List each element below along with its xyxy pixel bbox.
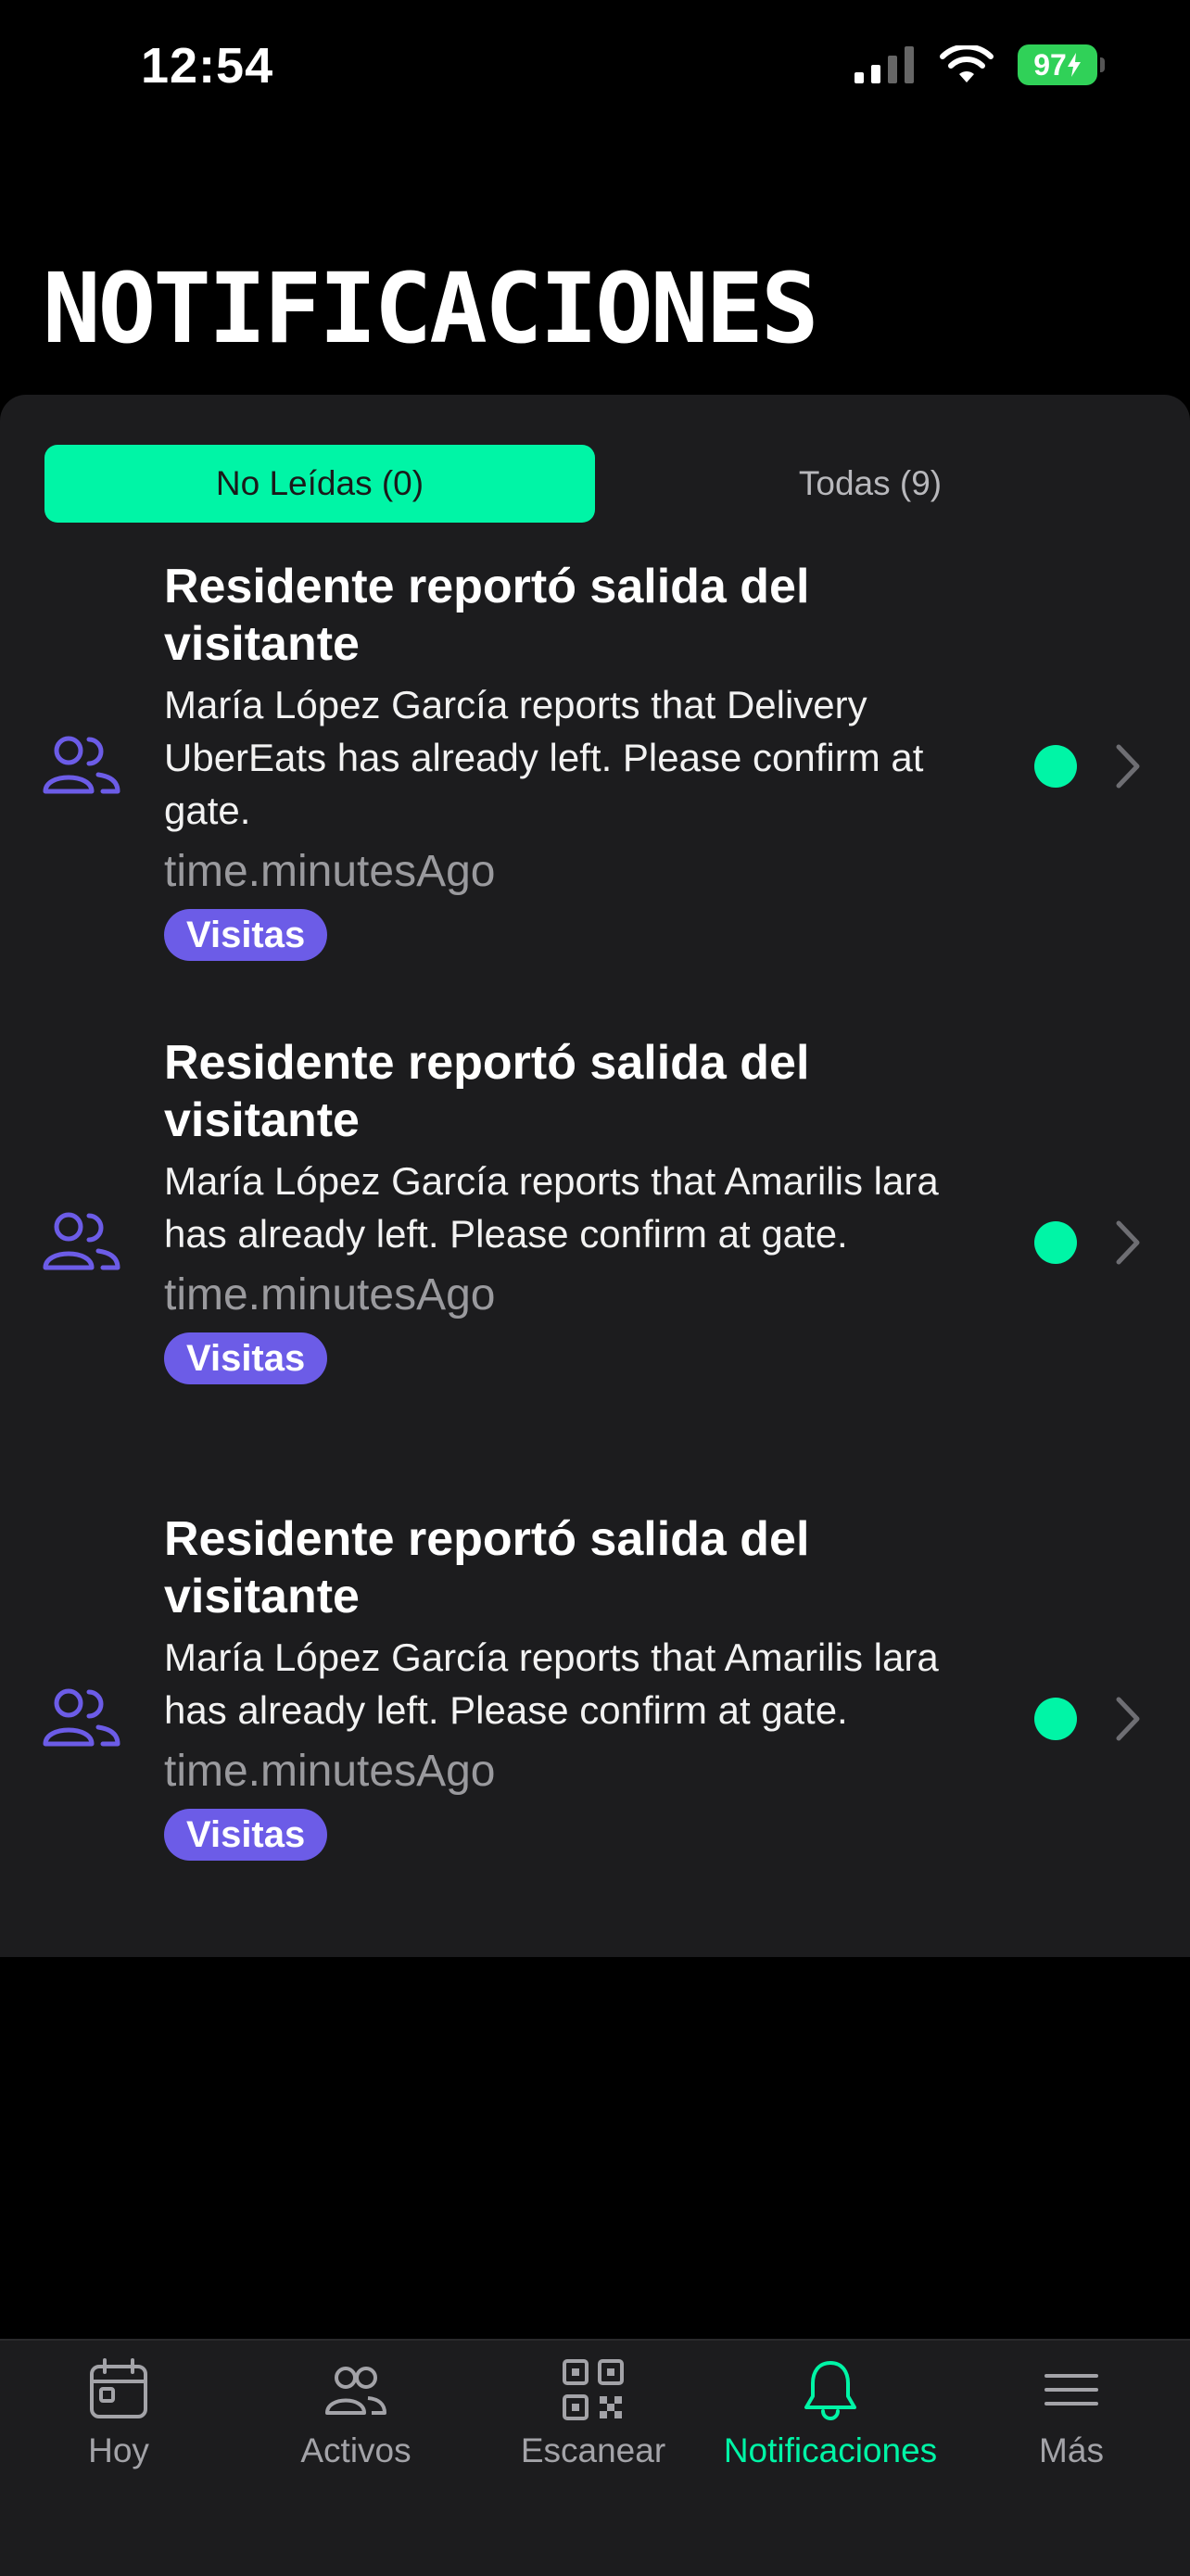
people-icon [43, 736, 120, 794]
notification-content: Residente reportó salida del visitante M… [164, 1034, 980, 1384]
category-badge: Visitas [164, 1809, 328, 1861]
tabbar-label: Más [1039, 2431, 1104, 2469]
notification-time: time.minutesAgo [164, 1270, 496, 1320]
bell-icon [804, 2361, 856, 2420]
tabbar-label: Escanear [520, 2431, 666, 2469]
notification-item[interactable]: Residente reportó salida del visitante M… [0, 1006, 1190, 1483]
tab-all[interactable]: Todas (9) [595, 445, 1146, 523]
notification-item[interactable]: Residente reportó salida del visitante M… [0, 1483, 1190, 1959]
battery-level: 97 [1033, 47, 1067, 82]
notification-message: María López García reports that Delivery… [164, 683, 924, 832]
notification-content: Residente reportó salida del visitante M… [164, 1510, 980, 1861]
calendar-icon [90, 2358, 147, 2418]
people-icon [43, 1688, 120, 1747]
tabbar-item-notificaciones[interactable]: Notificaciones [712, 2357, 949, 2470]
unread-dot [1034, 745, 1077, 788]
status-icons: 97 [855, 44, 1105, 85]
notification-title: Residente reportó salida del visitante [164, 1512, 810, 1623]
notification-item[interactable]: Residente reportó salida del visitante M… [0, 530, 1190, 1006]
unread-dot [1034, 1221, 1077, 1264]
chevron-right-icon [1116, 744, 1140, 789]
notification-title: Residente reportó salida del visitante [164, 560, 810, 671]
page-title: Notificaciones [43, 252, 819, 365]
battery-indicator: 97 [1018, 44, 1105, 85]
people-icon [325, 2367, 386, 2415]
chevron-right-icon [1116, 1697, 1140, 1741]
people-icon [43, 1212, 120, 1270]
notification-time: time.minutesAgo [164, 847, 496, 896]
chevron-right-icon [1116, 1220, 1140, 1265]
status-time: 12:54 [141, 38, 274, 94]
signal-icon [855, 46, 914, 83]
notification-message: María López García reports that Amarilis… [164, 1159, 939, 1256]
notification-message: María López García reports that Amarilis… [164, 1635, 939, 1732]
notification-time: time.minutesAgo [164, 1747, 496, 1796]
category-badge: Visitas [164, 909, 328, 961]
tabbar-label: Hoy [88, 2431, 149, 2469]
bottom-tab-bar: Hoy Activos Escanear Notificaciones Más [0, 2339, 1190, 2576]
tabbar-label: Notificaciones [723, 2431, 938, 2469]
charging-bolt-icon [1067, 53, 1081, 77]
tabbar-item-activos[interactable]: Activos [237, 2357, 475, 2470]
notification-title: Residente reportó salida del visitante [164, 1036, 810, 1147]
menu-icon [1044, 2374, 1098, 2406]
unread-dot [1034, 1698, 1077, 1740]
notification-list: Residente reportó salida del visitante M… [0, 530, 1190, 1957]
qr-code-icon [563, 2359, 624, 2420]
wifi-icon [940, 45, 994, 82]
tab-unread[interactable]: No Leídas (0) [44, 445, 595, 523]
tabbar-item-mas[interactable]: Más [953, 2357, 1190, 2470]
tabbar-item-escanear[interactable]: Escanear [475, 2357, 712, 2470]
tabbar-label: Activos [300, 2431, 411, 2469]
notification-content: Residente reportó salida del visitante M… [164, 558, 980, 961]
filter-tabs: No Leídas (0) Todas (9) [0, 395, 1190, 530]
category-badge: Visitas [164, 1332, 328, 1384]
status-bar: 12:54 97 [0, 0, 1190, 139]
tabbar-item-hoy[interactable]: Hoy [0, 2357, 237, 2470]
